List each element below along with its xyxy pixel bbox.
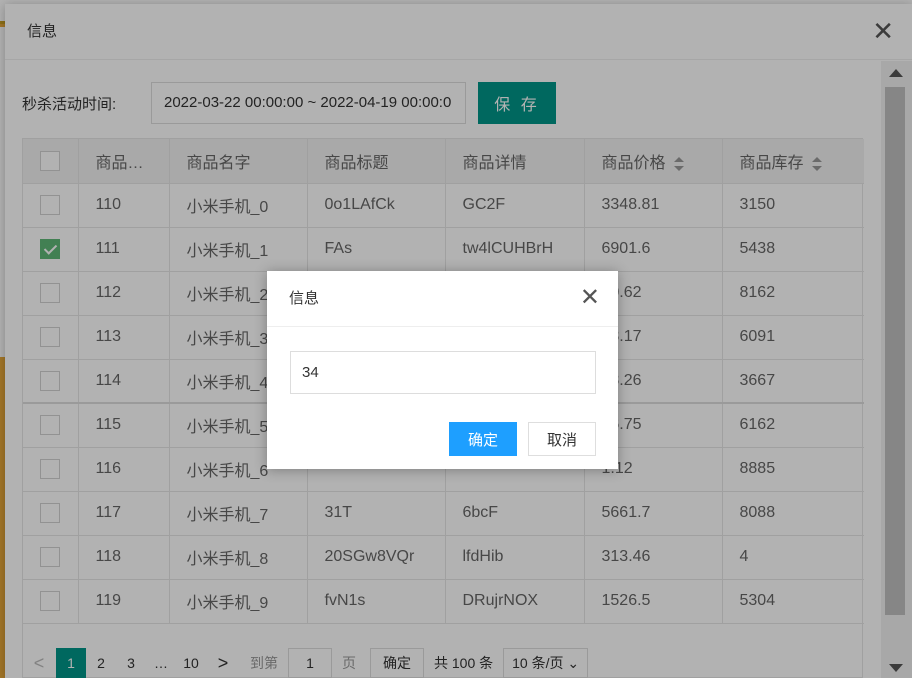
prompt-input[interactable]: 34: [290, 351, 596, 394]
prompt-close-icon[interactable]: ✕: [580, 271, 600, 325]
prompt-dialog-header: 信息 ✕: [267, 271, 618, 327]
confirm-button[interactable]: 确定: [449, 422, 517, 456]
prompt-dialog-title: 信息: [289, 290, 320, 307]
prompt-dialog: 信息 ✕ 34 确定 取消: [267, 271, 618, 469]
cancel-button[interactable]: 取消: [528, 422, 596, 456]
